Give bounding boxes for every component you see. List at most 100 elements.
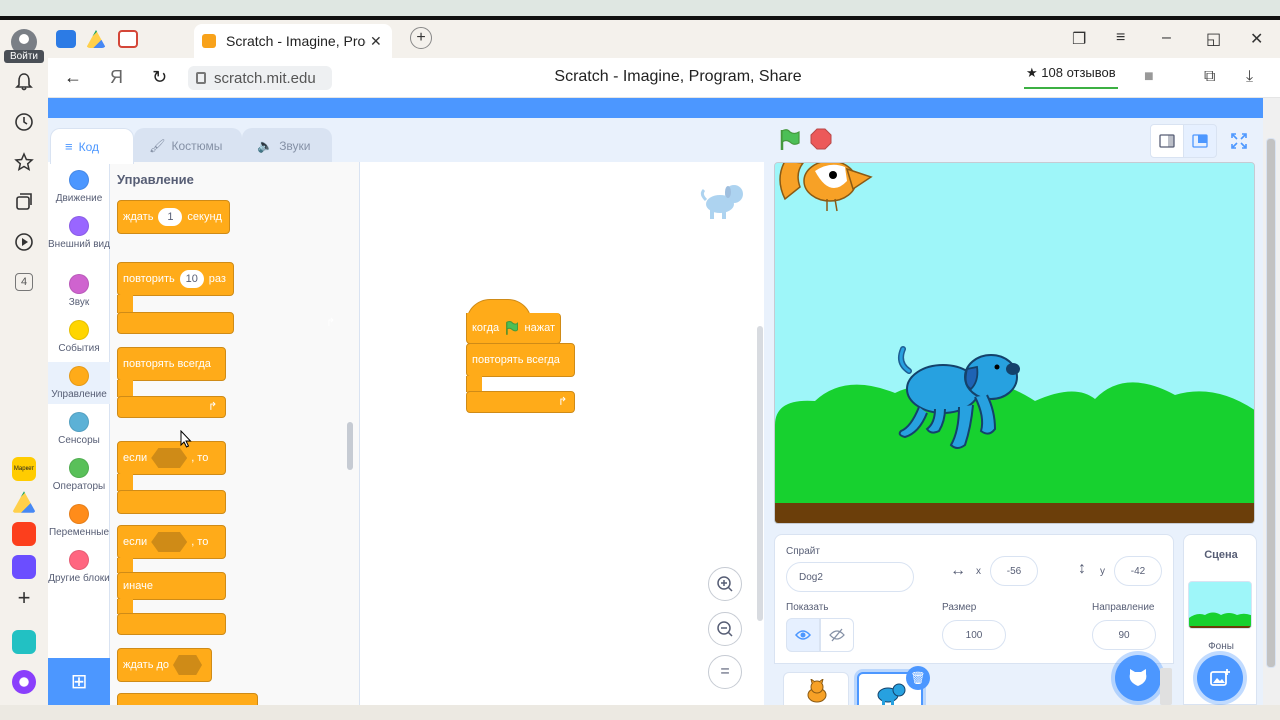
block-if-else-foot[interactable] [117, 613, 226, 635]
backdrop-thumbnail[interactable] [1188, 581, 1252, 629]
badge-counter[interactable]: 4 [8, 266, 40, 298]
cat-thumb-icon [807, 679, 827, 703]
yandex-icon[interactable]: Я [110, 67, 123, 88]
bookmark-icon[interactable]: ■ [1144, 68, 1154, 86]
tab-icon-gmail[interactable] [118, 30, 138, 48]
reload-icon[interactable]: ↻ [152, 67, 167, 88]
block-repeat-arm [117, 295, 133, 313]
green-flag-button[interactable] [778, 128, 802, 152]
translate-icon[interactable]: ⧉ [1204, 68, 1215, 86]
category-sensing[interactable]: Сенсоры [48, 412, 110, 446]
category-variables-dot [69, 504, 89, 524]
script-area[interactable]: когда нажат повторять всегда ↱ [360, 162, 764, 705]
menu-icon[interactable]: ≡ [1116, 29, 1125, 47]
tab-close-icon[interactable]: ✕ [370, 33, 382, 50]
add-app-icon[interactable]: + [8, 582, 40, 614]
tab-icon-messenger[interactable] [56, 30, 76, 48]
tab-title: Scratch - Imagine, Progr [226, 33, 366, 49]
block-repeat-foot[interactable] [117, 312, 234, 334]
category-operators-dot [69, 458, 89, 478]
hat-block-clicked: нажат [524, 322, 555, 334]
fullscreen-button[interactable] [1222, 124, 1256, 158]
block-if-foot[interactable] [117, 490, 226, 514]
category-variables[interactable]: Переменные [48, 504, 110, 538]
script-scrollbar[interactable] [757, 326, 763, 621]
cat-sprite[interactable] [775, 162, 875, 219]
show-visible-button[interactable] [786, 618, 820, 652]
hat-block-when-flag[interactable]: когда нажат [466, 299, 561, 344]
block-if-else[interactable]: если , то [117, 525, 226, 559]
block-wait-until-condition[interactable] [173, 655, 202, 675]
tab-costumes[interactable]: 🖌 Костюмы [134, 128, 242, 162]
x-field[interactable]: -56 [990, 556, 1038, 586]
login-label[interactable]: Войти [4, 50, 44, 63]
stop-button[interactable] [810, 128, 832, 150]
new-tab-button[interactable]: + [410, 27, 432, 49]
block-if-else-condition[interactable] [151, 532, 188, 552]
tab-icon-drive[interactable] [86, 30, 106, 48]
messenger-icon[interactable] [12, 555, 36, 579]
block-wait-until[interactable]: ждать до [117, 648, 212, 682]
show-hidden-button[interactable] [820, 618, 854, 652]
star-icon[interactable] [8, 146, 40, 178]
stage-canvas[interactable] [774, 162, 1255, 524]
zoom-out-button[interactable] [708, 612, 742, 646]
category-operators[interactable]: Операторы [48, 458, 110, 492]
mail-icon[interactable] [12, 522, 36, 546]
delete-sprite-button[interactable]: 🗑 [906, 666, 930, 690]
block-next[interactable] [117, 693, 258, 705]
size-label: Размер [942, 602, 977, 613]
add-extension-button[interactable]: ⊞ [48, 658, 110, 705]
large-stage-button[interactable] [1183, 124, 1217, 158]
block-repeat[interactable]: повторить 10 раз [117, 262, 234, 296]
play-icon[interactable] [8, 226, 40, 258]
block-else[interactable]: иначе [117, 572, 226, 600]
small-stage-button[interactable] [1150, 124, 1184, 158]
category-my-blocks[interactable]: Другие блоки [48, 550, 110, 584]
block-forever[interactable]: повторять всегда [117, 347, 226, 381]
add-backdrop-button[interactable] [1197, 655, 1243, 701]
reviews-badge[interactable]: ★ 108 отзывов [1024, 65, 1118, 89]
zoom-out-icon [717, 621, 733, 637]
page-scrollbar[interactable] [1263, 98, 1280, 705]
zoom-reset-button[interactable]: = [708, 655, 742, 689]
block-repeat-input[interactable]: 10 [179, 270, 204, 288]
green-flag-icon [506, 320, 519, 335]
collections-icon[interactable] [8, 186, 40, 218]
block-if-condition[interactable] [151, 448, 188, 468]
tab-active[interactable]: Scratch - Imagine, Progr ✕ [194, 24, 392, 58]
palette-scrollbar[interactable] [347, 422, 353, 470]
tab-code[interactable]: ≡ Код [50, 128, 134, 164]
player-icon[interactable] [12, 630, 36, 654]
download-icon[interactable]: ⤓ [1246, 68, 1253, 86]
category-sound[interactable]: Звук [48, 274, 110, 308]
block-wait-input[interactable]: 1 [158, 208, 183, 226]
block-if[interactable]: если , то [117, 441, 226, 475]
disk-icon[interactable] [12, 491, 36, 513]
market-icon[interactable]: Маркет [12, 457, 36, 481]
sprite-list-scrollbar[interactable] [1160, 668, 1172, 705]
add-sprite-button[interactable] [1115, 655, 1161, 701]
bell-icon[interactable] [8, 66, 40, 98]
back-icon[interactable]: ← [64, 67, 82, 88]
url-field[interactable]: scratch.mit.edu [188, 66, 332, 90]
tabs-menu-icon[interactable]: ❐ [1072, 29, 1086, 49]
category-motion[interactable]: Движение [48, 170, 110, 204]
dog-sprite[interactable] [897, 341, 1029, 456]
block-wait[interactable]: ждать 1 секунд [117, 200, 230, 234]
script-forever-block[interactable]: повторять всегда [466, 343, 575, 377]
history-icon[interactable] [8, 106, 40, 138]
direction-field[interactable]: 90 [1092, 620, 1156, 650]
close-window-icon[interactable]: ✕ [1250, 29, 1263, 49]
size-field[interactable]: 100 [942, 620, 1006, 650]
restore-icon[interactable]: ◱ [1206, 29, 1221, 49]
zoom-in-button[interactable] [708, 567, 742, 601]
y-field[interactable]: -42 [1114, 556, 1162, 586]
sprite-name-field[interactable]: Dog2 [786, 562, 914, 592]
category-control[interactable]: Управление [48, 362, 110, 404]
minimize-icon[interactable]: – [1162, 29, 1171, 47]
alice-icon[interactable] [12, 670, 36, 694]
category-events[interactable]: События [48, 320, 110, 354]
category-looks[interactable]: Внешний вид [48, 216, 110, 250]
tab-sounds[interactable]: 🔈 Звуки [242, 128, 332, 162]
